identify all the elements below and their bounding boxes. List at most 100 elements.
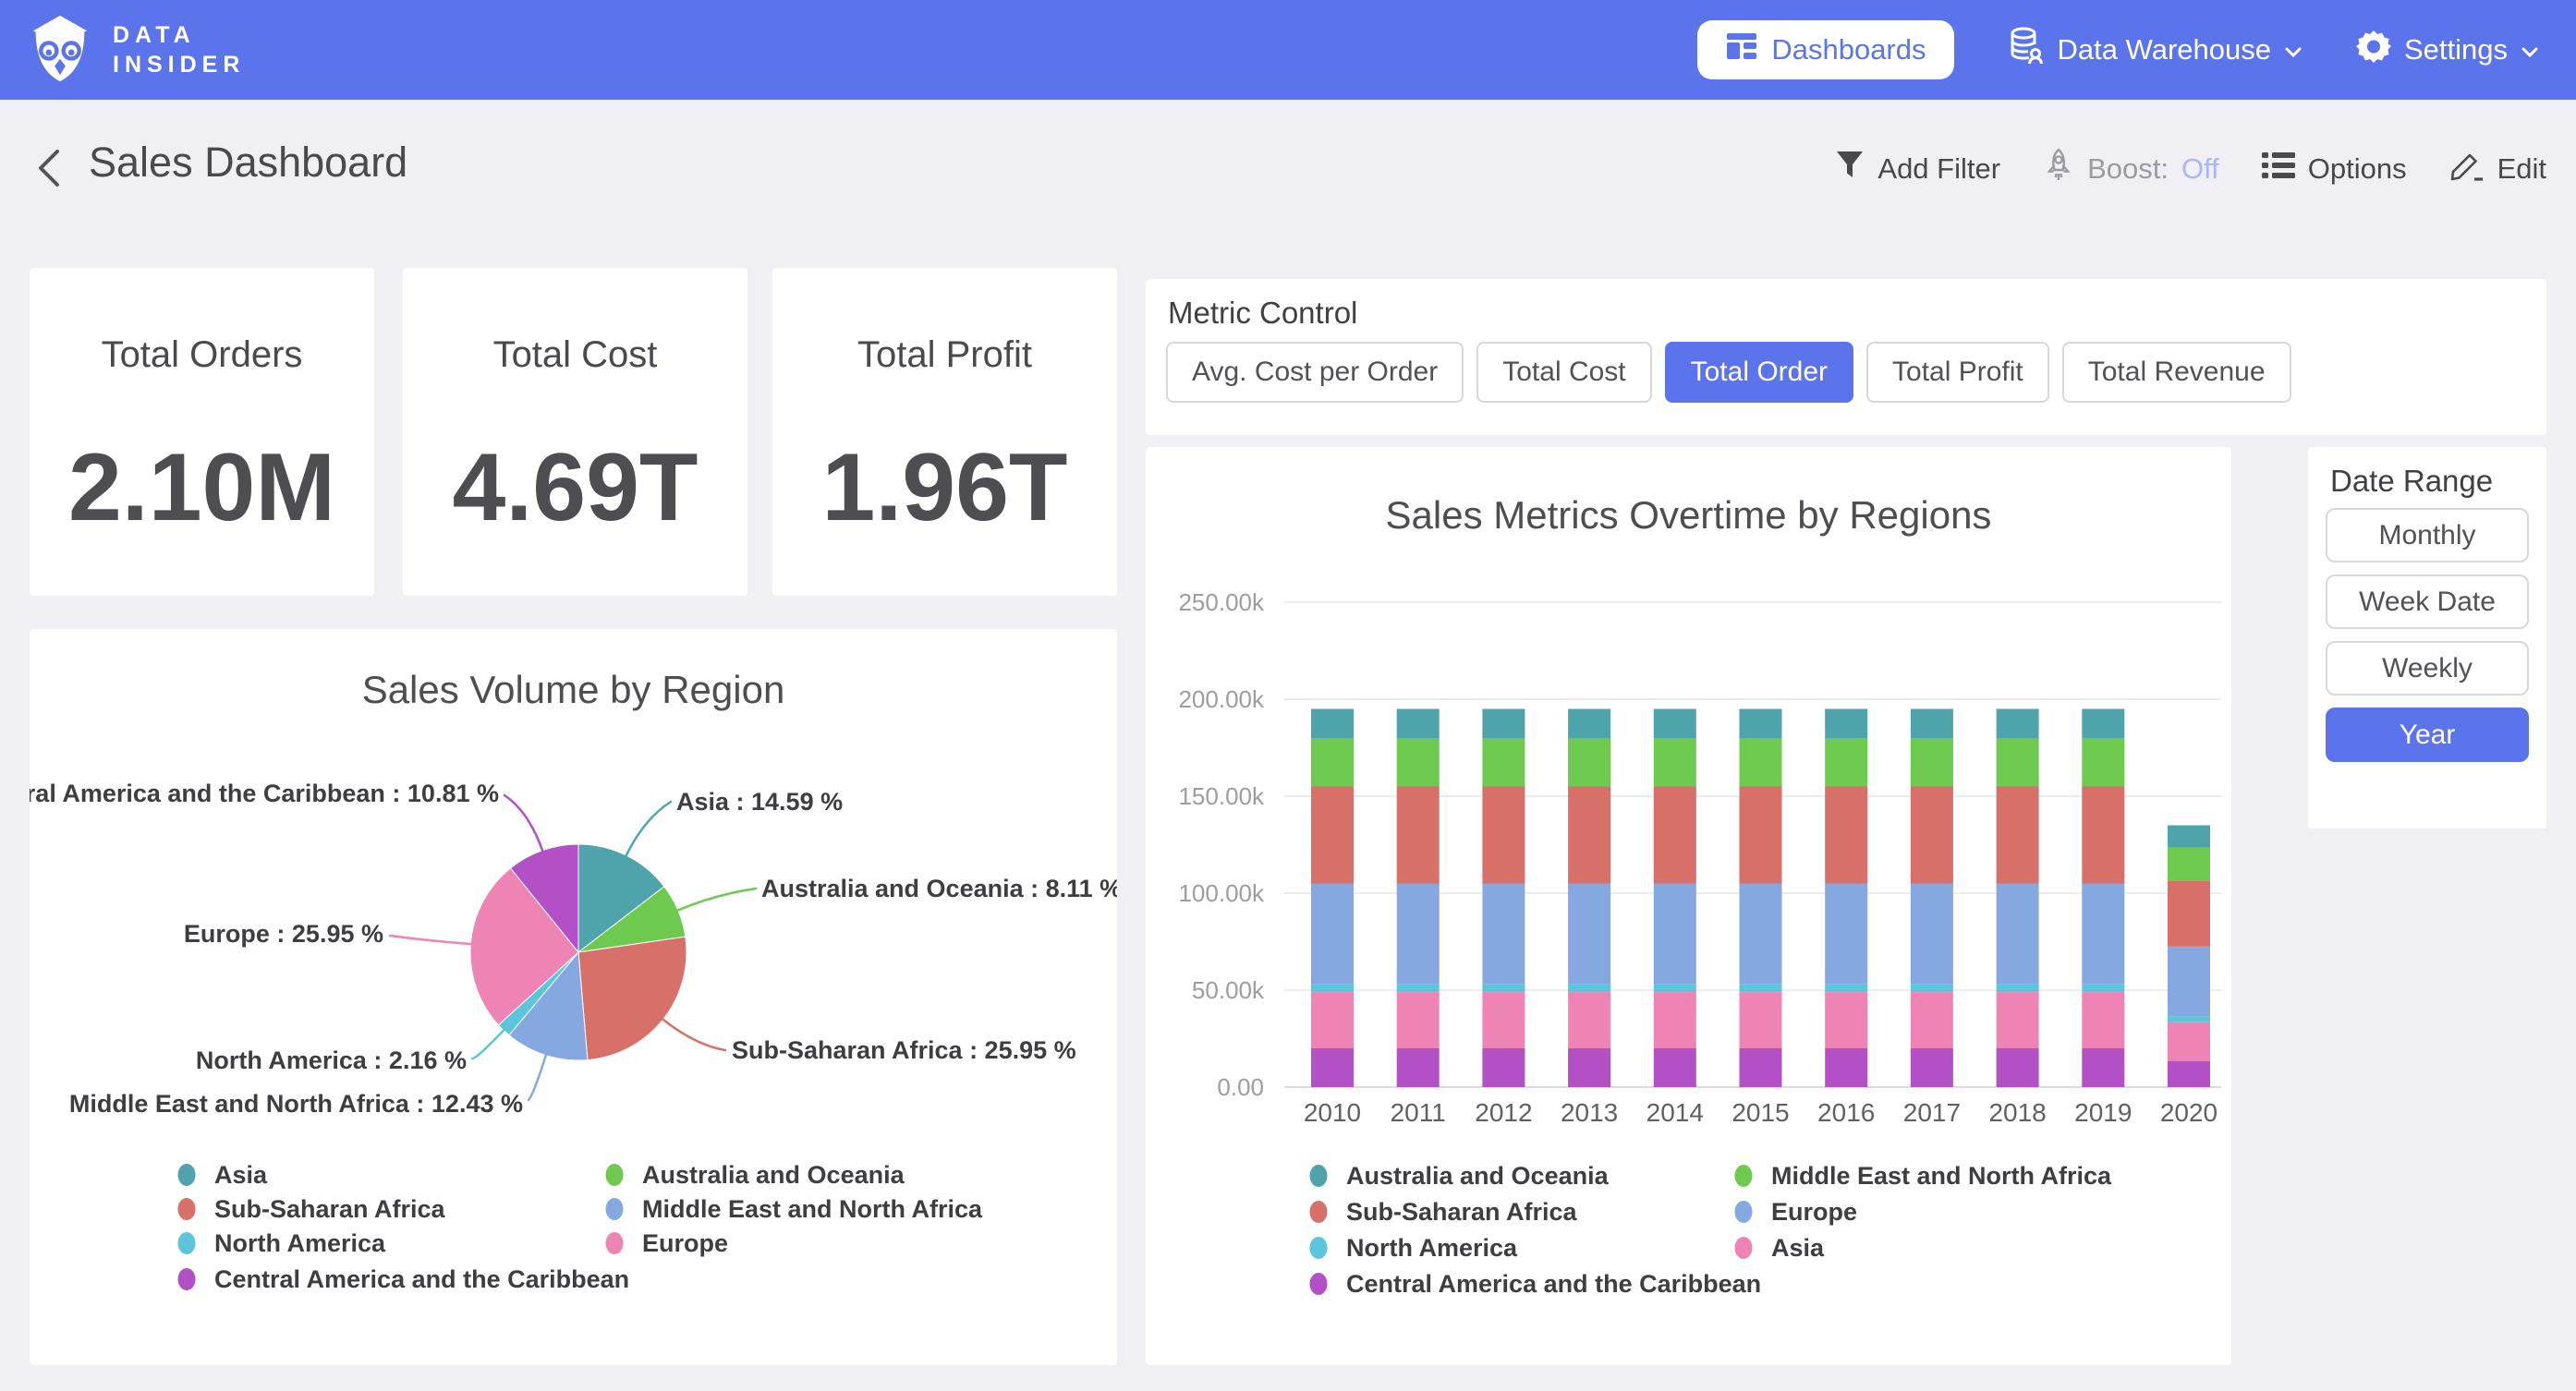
bar-segment[interactable] (2168, 1022, 2210, 1061)
bar-segment[interactable] (1911, 985, 1953, 992)
bar-segment[interactable] (1568, 985, 1610, 992)
bar-segment[interactable] (1482, 787, 1525, 884)
date-range-option-week-date[interactable]: Week Date (2326, 575, 2529, 629)
bar-segment[interactable] (1911, 1048, 1953, 1087)
bar-segment[interactable] (1397, 738, 1440, 787)
bar-segment[interactable] (1654, 787, 1696, 884)
bar-segment[interactable] (1311, 738, 1354, 787)
bar-segment[interactable] (1997, 738, 2039, 787)
bar-segment[interactable] (2168, 947, 2210, 1017)
metric-option-total-cost[interactable]: Total Cost (1476, 342, 1651, 403)
bar-segment[interactable] (2082, 1048, 2124, 1087)
legend-item[interactable]: Australia and Oceania (1310, 1162, 1610, 1190)
bar-segment[interactable] (1997, 709, 2039, 739)
bar-segment[interactable] (1825, 738, 1867, 787)
bar-segment[interactable] (2168, 826, 2210, 848)
bar-segment[interactable] (1911, 738, 1953, 787)
bar-segment[interactable] (2082, 992, 2124, 1048)
metric-option-total-revenue[interactable]: Total Revenue (2062, 342, 2291, 403)
bar-segment[interactable] (1311, 992, 1354, 1048)
bar-segment[interactable] (1482, 985, 1525, 992)
pie-slice[interactable] (578, 937, 687, 1059)
bar-segment[interactable] (1654, 884, 1696, 985)
legend-item[interactable]: Europe (1735, 1198, 1858, 1226)
boost-toggle[interactable]: Boost: Off (2043, 147, 2219, 191)
bar-segment[interactable] (1311, 709, 1354, 739)
bar-segment[interactable] (2168, 880, 2210, 946)
bar-segment[interactable] (1397, 985, 1440, 992)
bar-segment[interactable] (1568, 884, 1610, 985)
bar-segment[interactable] (2168, 1061, 2210, 1087)
bar-segment[interactable] (2082, 884, 2124, 985)
bar-segment[interactable] (1825, 992, 1867, 1048)
legend-item[interactable]: Sub-Saharan Africa (178, 1195, 446, 1223)
bar-segment[interactable] (1825, 1048, 1867, 1087)
bar-segment[interactable] (1397, 1048, 1440, 1087)
bar-segment[interactable] (1482, 884, 1525, 985)
bar-segment[interactable] (2168, 1016, 2210, 1022)
bar-segment[interactable] (1568, 709, 1610, 739)
bar-segment[interactable] (1911, 884, 1953, 985)
bar-segment[interactable] (1825, 787, 1867, 884)
legend-item[interactable]: Sub-Saharan Africa (1310, 1198, 1578, 1226)
bar-segment[interactable] (1911, 709, 1953, 739)
legend-item[interactable]: Middle East and North Africa (606, 1195, 984, 1223)
date-range-option-year[interactable]: Year (2326, 708, 2529, 762)
bar-segment[interactable] (1740, 992, 1782, 1048)
bar-segment[interactable] (2082, 787, 2124, 884)
bar-segment[interactable] (1397, 884, 1440, 985)
bar-segment[interactable] (1825, 884, 1867, 985)
bar-segment[interactable] (1997, 884, 2039, 985)
bar-segment[interactable] (1482, 738, 1525, 787)
bar-segment[interactable] (1654, 738, 1696, 787)
bar-segment[interactable] (1911, 992, 1953, 1048)
edit-button[interactable]: Edit (2449, 148, 2546, 190)
bar-segment[interactable] (1397, 709, 1440, 739)
back-icon[interactable] (33, 146, 67, 190)
nav-settings[interactable]: Settings (2356, 29, 2539, 71)
bar-segment[interactable] (1740, 884, 1782, 985)
bar-segment[interactable] (1568, 1048, 1610, 1087)
bar-segment[interactable] (1311, 985, 1354, 992)
nav-data-warehouse[interactable]: Data Warehouse (2008, 26, 2303, 74)
bar-segment[interactable] (1654, 709, 1696, 739)
bar-segment[interactable] (1654, 1048, 1696, 1087)
legend-item[interactable]: Middle East and North Africa (1735, 1162, 2113, 1190)
bar-segment[interactable] (1654, 985, 1696, 992)
bar-segment[interactable] (1740, 738, 1782, 787)
bar-segment[interactable] (1311, 787, 1354, 884)
bar-segment[interactable] (1997, 985, 2039, 992)
bar-segment[interactable] (1740, 985, 1782, 992)
nav-dashboards[interactable]: Dashboards (1697, 20, 1953, 79)
legend-item[interactable]: North America (1310, 1234, 1519, 1262)
bar-segment[interactable] (1311, 884, 1354, 985)
options-button[interactable]: Options (2262, 151, 2407, 187)
bar-segment[interactable] (1654, 992, 1696, 1048)
legend-item[interactable]: Central America and the Caribbean (1310, 1270, 1762, 1298)
metric-option-total-profit[interactable]: Total Profit (1866, 342, 2049, 403)
bar-segment[interactable] (1568, 787, 1610, 884)
bar-segment[interactable] (2082, 709, 2124, 739)
bar-segment[interactable] (1397, 787, 1440, 884)
metric-option-total-order[interactable]: Total Order (1665, 342, 1853, 403)
bar-segment[interactable] (1740, 1048, 1782, 1087)
bar-segment[interactable] (1482, 1048, 1525, 1087)
bar-segment[interactable] (1482, 992, 1525, 1048)
bar-segment[interactable] (1311, 1048, 1354, 1087)
bar-segment[interactable] (2082, 738, 2124, 787)
legend-item[interactable]: Asia (178, 1161, 269, 1189)
bar-segment[interactable] (1997, 787, 2039, 884)
date-range-option-monthly[interactable]: Monthly (2326, 508, 2529, 562)
bar-segment[interactable] (1825, 709, 1867, 739)
legend-item[interactable]: Central America and the Caribbean (178, 1265, 630, 1293)
add-filter-button[interactable]: Add Filter (1835, 150, 2000, 188)
bar-segment[interactable] (1740, 787, 1782, 884)
bar-segment[interactable] (1397, 992, 1440, 1048)
legend-item[interactable]: Europe (606, 1229, 729, 1257)
bar-segment[interactable] (1997, 992, 2039, 1048)
bar-segment[interactable] (1825, 985, 1867, 992)
bar-segment[interactable] (1568, 992, 1610, 1048)
date-range-option-weekly[interactable]: Weekly (2326, 641, 2529, 696)
bar-segment[interactable] (2082, 985, 2124, 992)
legend-item[interactable]: Asia (1735, 1234, 1826, 1262)
